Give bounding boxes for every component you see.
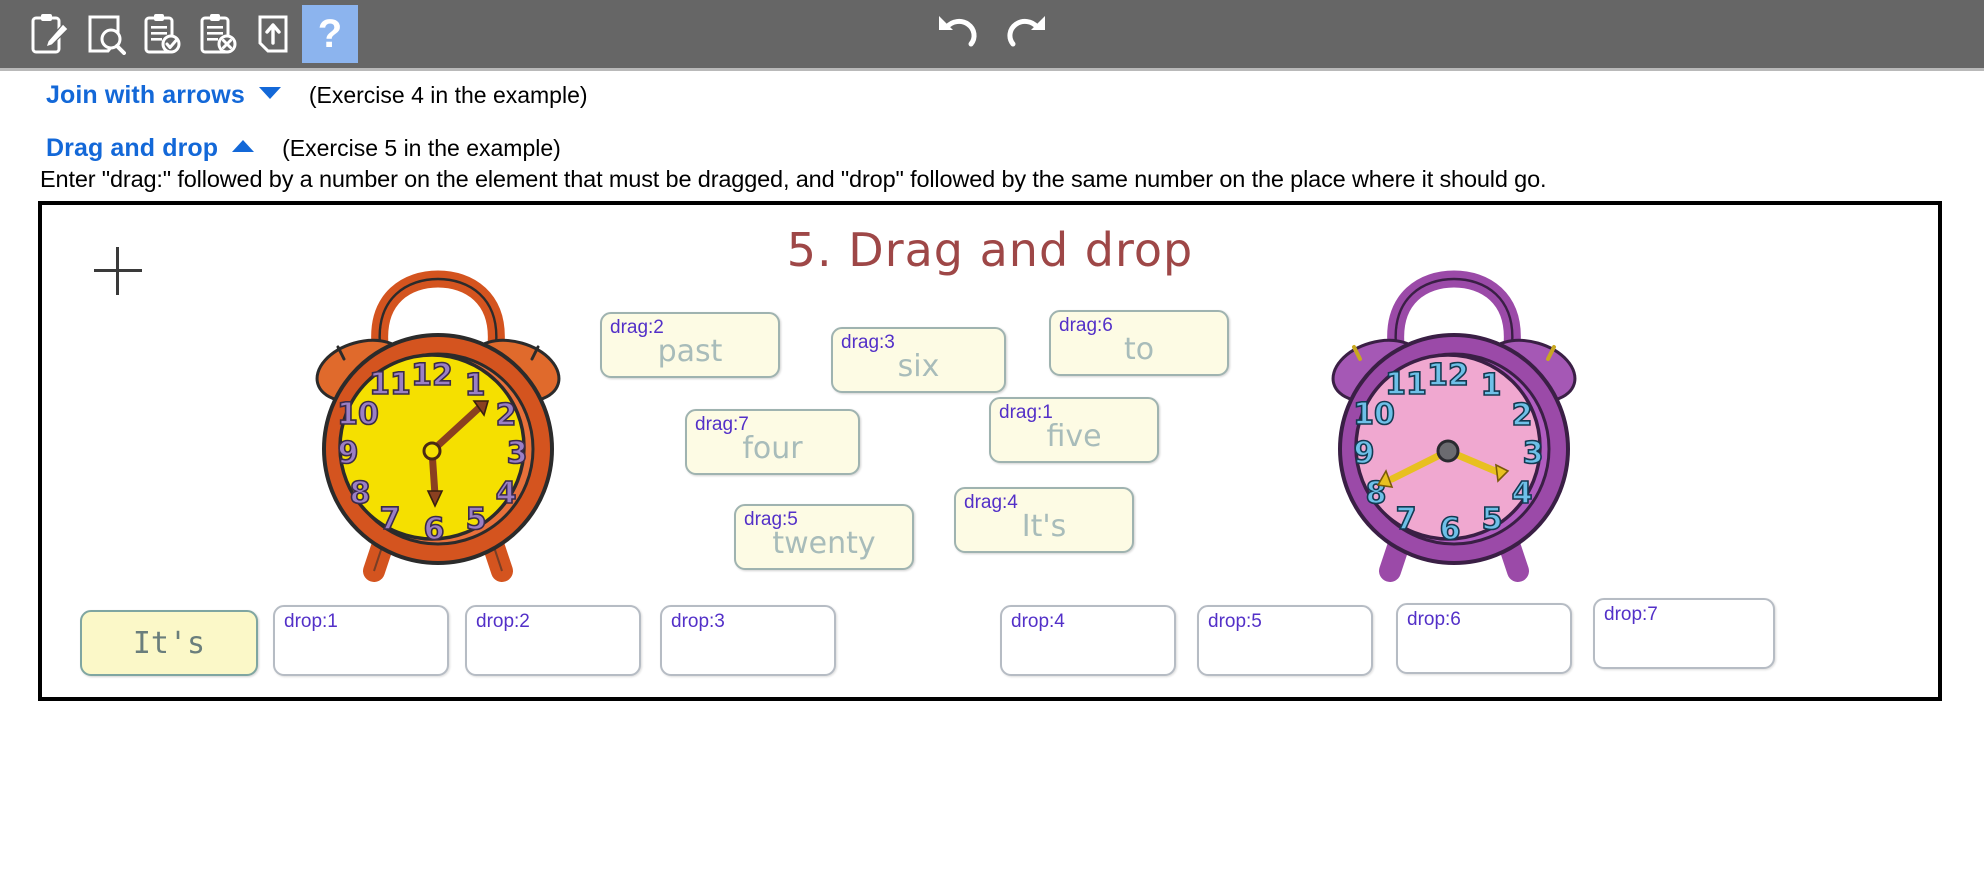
- svg-text:9: 9: [338, 436, 359, 471]
- section-drag-and-drop: Drag and drop (Exercise 5 in the example…: [46, 134, 1984, 163]
- upload-document-icon: [254, 13, 294, 55]
- undo-button[interactable]: [929, 10, 983, 58]
- toolbar-history-group: [929, 10, 1055, 58]
- drag-word: to: [1123, 332, 1155, 367]
- section-join-with-arrows-note: (Exercise 4 in the example): [308, 82, 588, 108]
- svg-text:8: 8: [350, 476, 371, 511]
- drop-tag: drop:1: [284, 611, 338, 632]
- help-icon-button[interactable]: ?: [302, 5, 358, 63]
- toolbar-tool-group: ?: [0, 5, 358, 63]
- drag-item-six[interactable]: drag:3 six: [831, 327, 1006, 393]
- svg-text:12: 12: [1427, 358, 1469, 393]
- invalidate-document-icon: [198, 13, 238, 55]
- main-toolbar: ?: [0, 0, 1984, 68]
- validate-document-icon-button[interactable]: [134, 5, 190, 63]
- edit-document-icon-button[interactable]: [22, 5, 78, 63]
- answer-slot-its[interactable]: It's: [80, 610, 258, 676]
- section-join-with-arrows-link[interactable]: Join with arrows: [46, 81, 245, 110]
- help-icon: ?: [317, 12, 343, 56]
- drag-item-its[interactable]: drag:4 It's: [954, 487, 1134, 553]
- drop-tag: drop:7: [1604, 604, 1658, 625]
- svg-text:11: 11: [369, 367, 411, 402]
- drag-item-to[interactable]: drag:6 to: [1049, 310, 1229, 376]
- edit-document-icon: [30, 13, 70, 55]
- svg-text:7: 7: [1396, 502, 1417, 537]
- drop-tag: drop:5: [1208, 611, 1262, 632]
- drop-zone-7[interactable]: drop:7: [1593, 598, 1775, 669]
- instruction-text: Enter "drag:" followed by a number on th…: [40, 166, 1547, 192]
- validate-document-icon: [142, 13, 182, 55]
- svg-text:4: 4: [1512, 476, 1533, 511]
- drop-tag: drop:6: [1407, 609, 1461, 630]
- drag-word: five: [1046, 419, 1102, 454]
- orange-alarm-clock: 12 1 2 3 4 5 6 7 8 9 10 11: [304, 267, 572, 592]
- drop-zone-5[interactable]: drop:5: [1197, 605, 1373, 676]
- svg-text:12: 12: [411, 358, 453, 393]
- drop-zone-3[interactable]: drop:3: [660, 605, 836, 676]
- drag-word: four: [742, 431, 803, 466]
- svg-text:6: 6: [424, 512, 445, 547]
- drag-item-five[interactable]: drag:1 five: [989, 397, 1159, 463]
- svg-text:6: 6: [1440, 512, 1461, 547]
- drop-tag: drop:4: [1011, 611, 1065, 632]
- canvas-wrapper: 5. Drag and drop 12 1 2 3 4 5 6 7 8 9 10…: [0, 193, 1984, 701]
- section-join-with-arrows: Join with arrows (Exercise 4 in the exam…: [46, 81, 1984, 110]
- redo-icon: [1003, 10, 1053, 59]
- drop-zone-2[interactable]: drop:2: [465, 605, 641, 676]
- drop-zone-4[interactable]: drop:4: [1000, 605, 1176, 676]
- svg-text:3: 3: [507, 436, 528, 471]
- upload-document-icon-button[interactable]: [246, 5, 302, 63]
- drag-word: past: [657, 334, 723, 369]
- preview-document-icon-button[interactable]: [78, 5, 134, 63]
- svg-text:2: 2: [496, 398, 517, 433]
- drop-zone-1[interactable]: drop:1: [273, 605, 449, 676]
- invalidate-document-icon-button[interactable]: [190, 5, 246, 63]
- svg-text:3: 3: [1523, 436, 1544, 471]
- svg-text:10: 10: [1353, 397, 1395, 432]
- drag-item-twenty[interactable]: drag:5 twenty: [734, 504, 914, 570]
- drag-word: It's: [1021, 509, 1067, 544]
- section-drag-and-drop-note: (Exercise 5 in the example): [282, 135, 561, 161]
- svg-text:5: 5: [466, 502, 487, 537]
- drag-word: twenty: [772, 526, 876, 561]
- svg-text:10: 10: [337, 397, 379, 432]
- svg-text:2: 2: [1512, 398, 1533, 433]
- svg-text:5: 5: [1482, 502, 1503, 537]
- svg-text:7: 7: [380, 502, 401, 537]
- chevron-up-icon[interactable]: [232, 140, 255, 152]
- drop-tag: drop:3: [671, 611, 725, 632]
- svg-text:1: 1: [465, 368, 486, 403]
- drag-item-four[interactable]: drag:7 four: [685, 409, 860, 475]
- drop-tag: drop:2: [476, 611, 530, 632]
- preview-document-icon: [86, 13, 126, 55]
- svg-text:9: 9: [1354, 436, 1375, 471]
- svg-text:11: 11: [1385, 367, 1427, 402]
- svg-text:1: 1: [1481, 368, 1502, 403]
- undo-icon: [931, 10, 981, 59]
- exercise-canvas[interactable]: 5. Drag and drop 12 1 2 3 4 5 6 7 8 9 10…: [38, 201, 1942, 701]
- drop-zone-6[interactable]: drop:6: [1396, 603, 1572, 674]
- chevron-down-icon[interactable]: [258, 87, 281, 99]
- answer-word: It's: [132, 625, 206, 661]
- purple-alarm-clock: 12 1 2 3 4 5 6 7 8 9 10 11: [1320, 267, 1588, 592]
- svg-text:4: 4: [496, 476, 517, 511]
- section-drag-and-drop-link[interactable]: Drag and drop: [46, 134, 218, 163]
- drag-item-past[interactable]: drag:2 past: [600, 312, 780, 378]
- drag-word: six: [897, 349, 940, 384]
- redo-button[interactable]: [1001, 10, 1055, 58]
- section-headings: Join with arrows (Exercise 4 in the exam…: [0, 71, 1984, 163]
